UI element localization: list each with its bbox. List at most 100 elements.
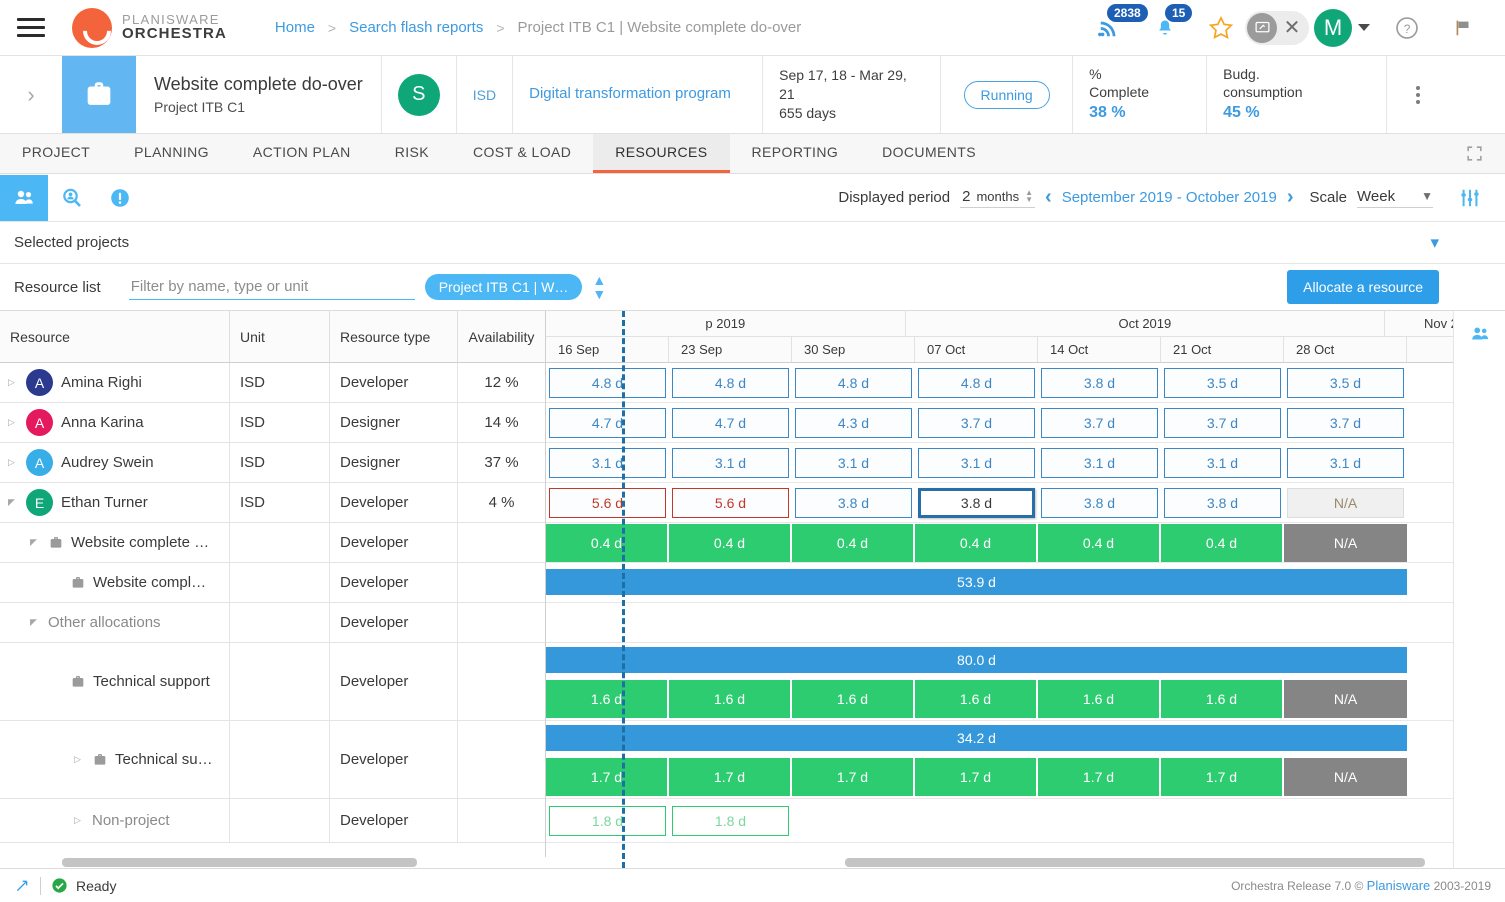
collapse-twisty-icon[interactable]: ◤ (30, 537, 44, 548)
gantt-row[interactable]: 3.1 d 3.1 d 3.1 d 3.1 d 3.1 d 3.1 d 3.1 d (546, 443, 1505, 483)
gantt-cell[interactable]: 4.8 d (792, 367, 915, 398)
gantt-cell[interactable]: 0.4 d (546, 523, 669, 562)
gantt-cell[interactable]: 3.1 d (792, 447, 915, 478)
gantt-cell[interactable]: 5.6 d (669, 487, 792, 518)
project-owner[interactable]: S (382, 56, 457, 133)
project-more-menu[interactable] (1387, 56, 1449, 133)
expand-twisty-icon[interactable]: ▷ (74, 815, 88, 826)
gantt-cell[interactable]: 3.5 d (1284, 367, 1407, 398)
gantt-cell[interactable]: 0.4 d (792, 523, 915, 562)
resize-icon[interactable] (14, 878, 30, 894)
period-count[interactable]: 2 (962, 188, 970, 205)
table-row[interactable]: ▷ A Amina Righi ISD Developer 12 % (0, 363, 545, 403)
resource-cell[interactable]: ▷ A Amina Righi (0, 363, 230, 402)
fullscreen-icon[interactable] (1443, 134, 1505, 173)
gantt-cell[interactable]: 1.7 d (1161, 757, 1284, 796)
gantt-cell[interactable]: 3.8 d (1161, 487, 1284, 518)
gantt-cell[interactable]: 3.8 d (1038, 367, 1161, 398)
flag-icon[interactable] (1435, 0, 1491, 56)
gantt-row[interactable]: 1.8 d 1.8 d (546, 799, 1505, 843)
gantt-row[interactable]: 53.9 d (546, 563, 1505, 603)
resource-cell[interactable]: ◤ E Ethan Turner (0, 483, 230, 522)
tab-reporting[interactable]: REPORTING (730, 134, 861, 173)
gantt-cell[interactable]: N/A (1284, 523, 1407, 562)
period-stepper[interactable]: 2 months ▲ ▼ (960, 188, 1036, 208)
help-icon[interactable]: ? (1379, 0, 1435, 56)
tab-resources[interactable]: RESOURCES (593, 134, 730, 173)
people-panel-icon[interactable] (1454, 311, 1505, 357)
gantt-row[interactable]: 34.2 d 1.7 d 1.7 d 1.7 d 1.7 d 1.7 d 1.7 d N/A (546, 721, 1505, 799)
gantt-cell[interactable]: 1.7 d (546, 757, 669, 796)
resource-cell[interactable]: ◤ Website complete … (0, 523, 230, 562)
scale-select[interactable]: Week ▼ (1357, 188, 1433, 208)
prev-period-button[interactable]: ‹ (1045, 186, 1052, 209)
gantt-summary-bar[interactable]: 53.9 d (546, 569, 1407, 595)
gantt-cell[interactable]: 1.8 d (546, 805, 669, 836)
table-row[interactable]: ▷ A Audrey Swein ISD Designer 37 % (0, 443, 545, 483)
sort-icon[interactable]: ▲ ▼ (592, 273, 606, 301)
gantt-cell[interactable]: 3.7 d (1161, 407, 1284, 438)
table-row[interactable]: ▷ A Anna Karina ISD Designer 14 % (0, 403, 545, 443)
gantt-cell[interactable]: 1.6 d (792, 679, 915, 718)
gantt-cell[interactable]: 4.3 d (792, 407, 915, 438)
chevron-down-icon[interactable]: ▾ (1430, 233, 1439, 253)
gantt-cell[interactable]: 0.4 d (915, 523, 1038, 562)
collapse-twisty-icon[interactable]: ◤ (8, 497, 22, 508)
table-row[interactable]: ◤ Website complete … Developer (0, 523, 545, 563)
gantt-cell[interactable]: 0.4 d (1161, 523, 1284, 562)
gantt-cell[interactable]: 1.7 d (1038, 757, 1161, 796)
gantt-row[interactable]: 5.6 d 5.6 d 3.8 d 3.8 d 3.8 d 3.8 d N/A (546, 483, 1505, 523)
allocate-resource-button[interactable]: Allocate a resource (1287, 270, 1439, 304)
gantt-cell[interactable]: 3.1 d (1284, 447, 1407, 478)
gantt-cell[interactable]: 3.8 d (792, 487, 915, 518)
column-header-unit[interactable]: Unit (230, 311, 330, 362)
close-icon[interactable]: ✕ (1277, 13, 1307, 43)
expand-twisty-icon[interactable]: ▷ (8, 417, 22, 428)
resource-cell[interactable]: ▷ A Anna Karina (0, 403, 230, 442)
breadcrumb-item-search-flash-reports[interactable]: Search flash reports (349, 19, 483, 36)
resource-cell[interactable]: ▷ Non-project (0, 799, 230, 842)
gantt-row[interactable]: 4.7 d 4.7 d 4.3 d 3.7 d 3.7 d 3.7 d 3.7 d (546, 403, 1505, 443)
gantt-cell[interactable]: N/A (1284, 679, 1407, 718)
gantt-cell[interactable]: 3.8 d (1038, 487, 1161, 518)
gantt-cell[interactable]: 3.1 d (669, 447, 792, 478)
breadcrumb-item-home[interactable]: Home (275, 19, 315, 36)
column-header-availability[interactable]: Availability (458, 311, 545, 362)
rss-icon[interactable]: 2838 (1081, 0, 1148, 56)
gantt-cell[interactable]: 4.7 d (546, 407, 669, 438)
period-range-label[interactable]: September 2019 - October 2019 (1062, 189, 1277, 206)
gantt-row[interactable]: 4.8 d 4.8 d 4.8 d 4.8 d 3.8 d 3.5 d 3.5 d (546, 363, 1505, 403)
gantt-cell[interactable]: 1.6 d (546, 679, 669, 718)
gantt-cell[interactable]: 4.8 d (546, 367, 669, 398)
expand-project-arrow[interactable]: › (0, 56, 62, 133)
tab-planning[interactable]: PLANNING (112, 134, 231, 173)
tab-project[interactable]: PROJECT (0, 134, 112, 173)
hamburger-icon[interactable] (0, 18, 62, 37)
tab-action-plan[interactable]: ACTION PLAN (231, 134, 373, 173)
gantt-timeline[interactable]: p 2019 Oct 2019 Nov 20 16 Sep 23 Sep 30 Sep 07… (546, 311, 1505, 868)
gantt-summary-bar[interactable]: 34.2 d (546, 725, 1407, 751)
horizontal-scrollbar[interactable] (0, 857, 1505, 868)
expand-twisty-icon[interactable]: ▷ (74, 754, 88, 765)
screenshot-toggle[interactable]: ✕ (1245, 0, 1309, 56)
project-status[interactable]: Running (941, 56, 1074, 133)
gantt-cell[interactable]: 1.6 d (1161, 679, 1284, 718)
table-row[interactable]: ▷ Technical supp… Developer (0, 721, 545, 799)
expand-twisty-icon[interactable]: ▷ (8, 377, 22, 388)
gantt-cell[interactable]: 3.7 d (1038, 407, 1161, 438)
table-row[interactable]: ▷ Non-project Developer (0, 799, 545, 843)
gantt-cell[interactable]: 0.4 d (1038, 523, 1161, 562)
gantt-cell[interactable]: 1.6 d (669, 679, 792, 718)
gantt-cell[interactable]: 3.5 d (1161, 367, 1284, 398)
gantt-cell[interactable]: 3.8 d (915, 487, 1038, 518)
gantt-cell[interactable]: 3.1 d (1038, 447, 1161, 478)
gantt-cell[interactable]: 3.7 d (915, 407, 1038, 438)
brand-logo[interactable]: PLANISWARE ORCHESTRA (72, 7, 227, 48)
table-row[interactable]: Technical support Developer (0, 643, 545, 721)
gantt-cell[interactable]: 4.8 d (915, 367, 1038, 398)
tab-documents[interactable]: DOCUMENTS (860, 134, 998, 173)
gantt-row[interactable]: 0.4 d 0.4 d 0.4 d 0.4 d 0.4 d 0.4 d N/A (546, 523, 1505, 563)
alert-icon[interactable] (96, 175, 144, 221)
collapse-twisty-icon[interactable]: ◤ (30, 617, 44, 628)
resource-cell[interactable]: ▷ A Audrey Swein (0, 443, 230, 482)
